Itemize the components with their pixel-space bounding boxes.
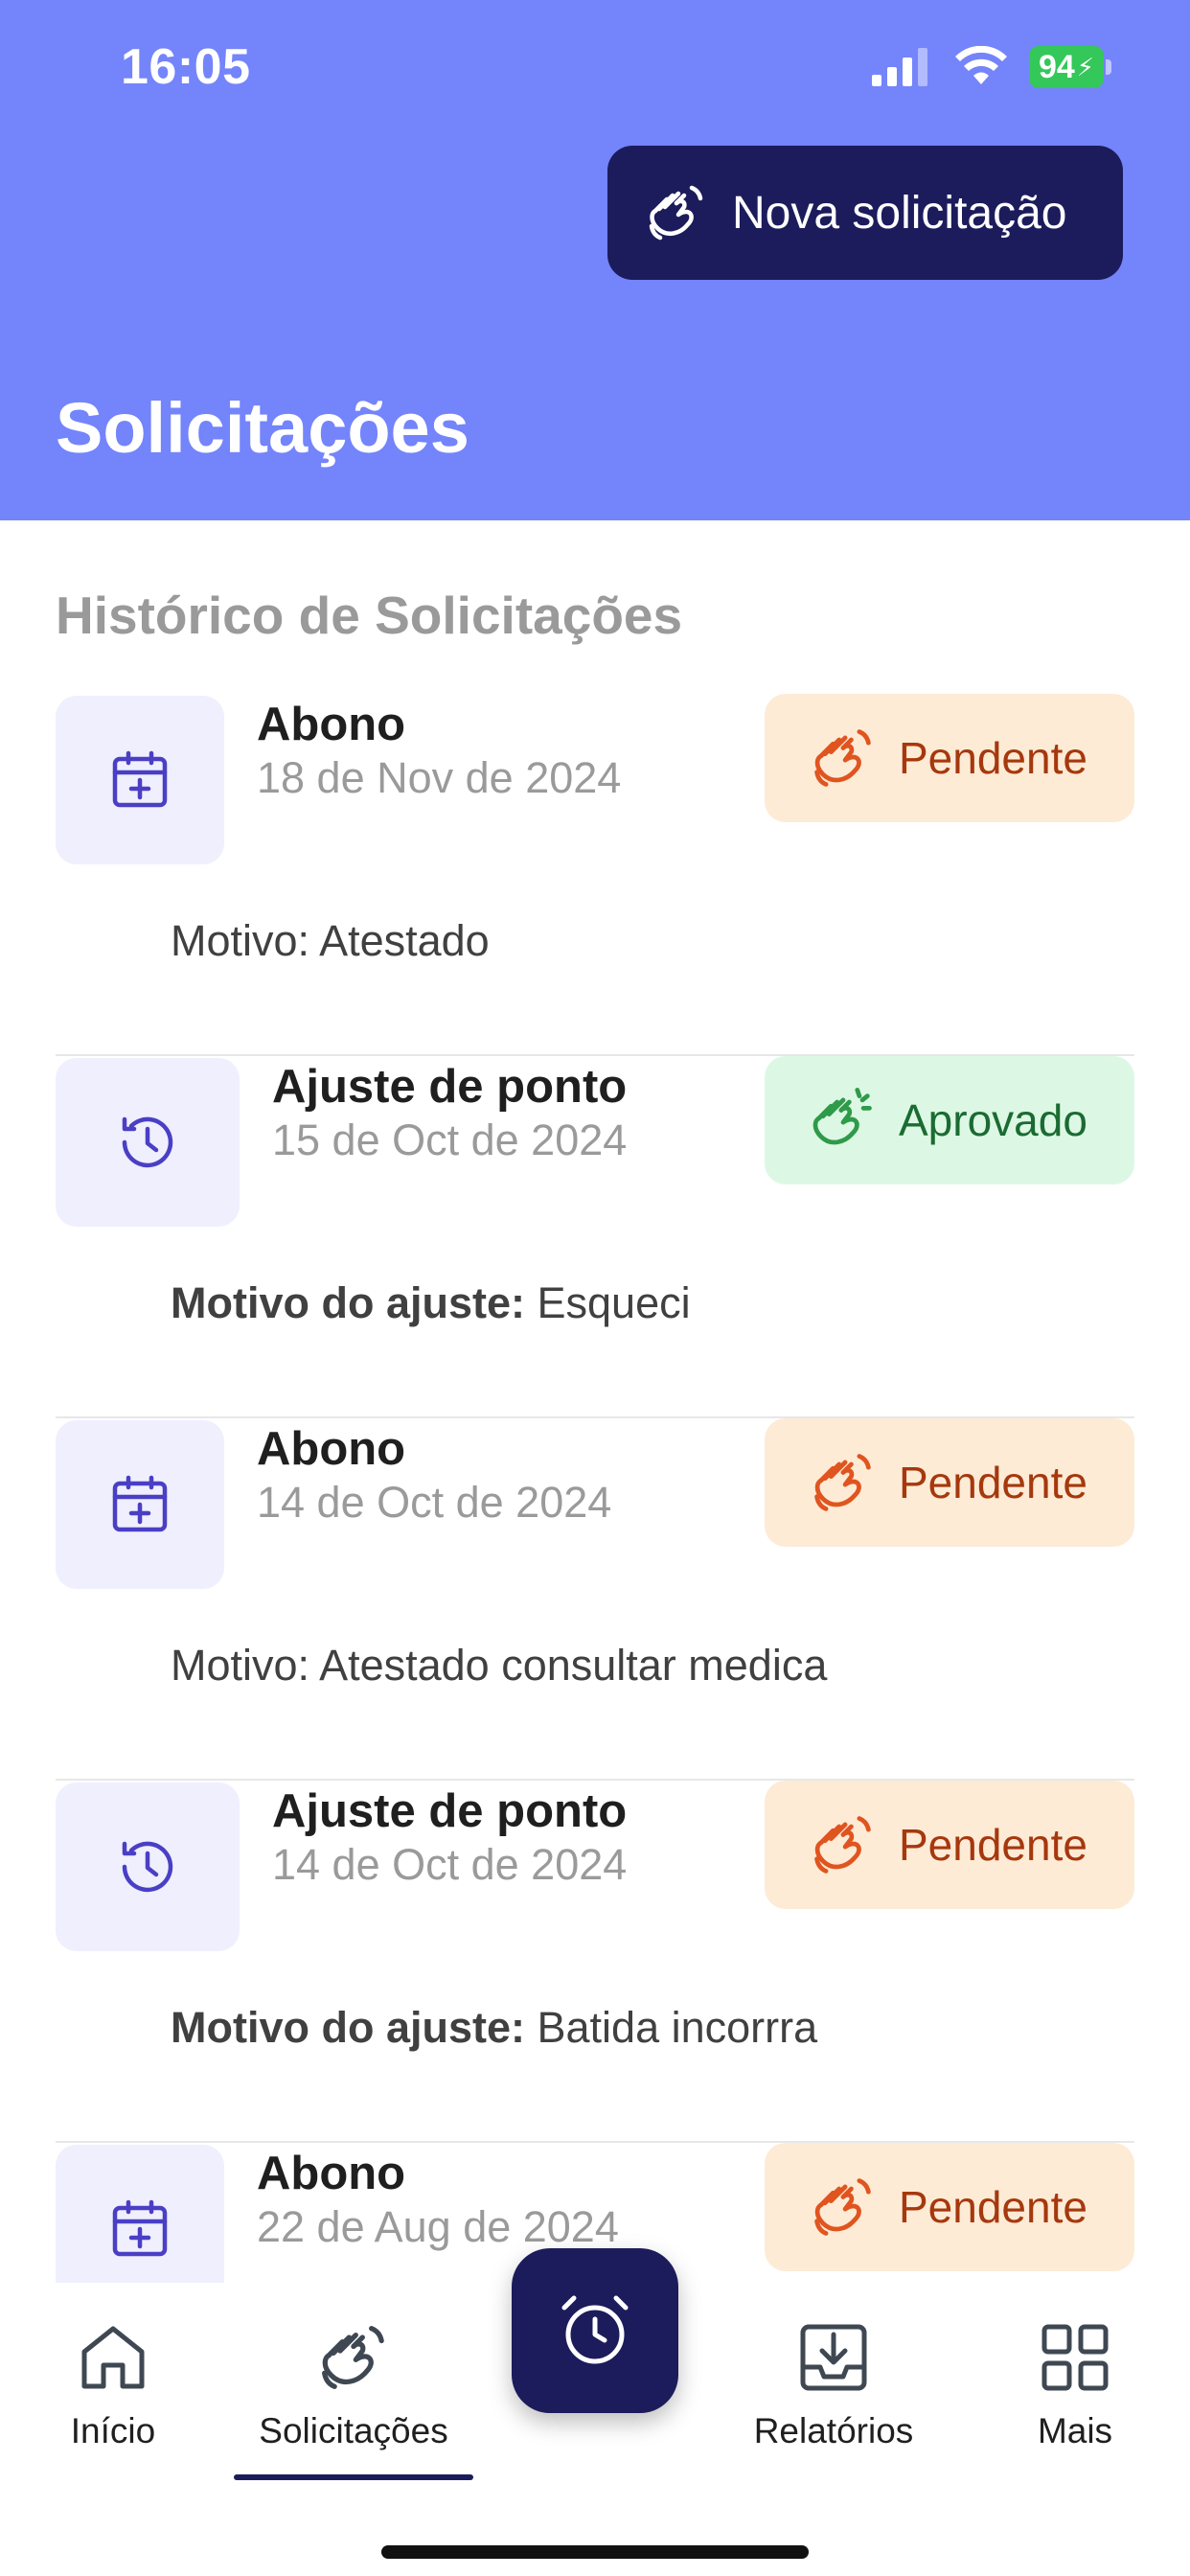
status-badge: Pendente	[765, 2143, 1134, 2271]
request-item[interactable]: Ajuste de ponto 14 de Oct de 2024 Penden…	[56, 1781, 1134, 2143]
request-item[interactable]: Abono 14 de Oct de 2024 Pendente Motivo:…	[56, 1418, 1134, 1781]
status-badge: Aprovado	[765, 1056, 1134, 1184]
request-reason: Motivo: Atestado	[171, 916, 490, 966]
calendar-plus-icon	[112, 1475, 168, 1532]
nav-mais[interactable]: Mais	[1018, 2317, 1133, 2451]
reason-value: Atestado consultar medica	[319, 1641, 828, 1690]
home-indicator	[381, 2545, 809, 2559]
request-reason: Motivo do ajuste: Esqueci	[171, 1278, 691, 1328]
nav-label: Solicitações	[259, 2411, 448, 2450]
request-reason: Motivo: Atestado consultar medica	[171, 1641, 827, 1690]
history-icon	[122, 1116, 173, 1168]
home-icon	[81, 2326, 145, 2389]
page-title: Solicitações	[56, 388, 469, 468]
active-tab-indicator	[234, 2474, 473, 2480]
request-type: Abono	[257, 2148, 406, 2199]
battery-level: 94	[1038, 48, 1075, 85]
request-type: Ajuste de ponto	[272, 1785, 628, 1837]
status-badge: Pendente	[765, 1781, 1134, 1909]
thumb	[56, 2145, 224, 2283]
calendar-plus-icon	[112, 2199, 168, 2257]
clock-in-button[interactable]	[512, 2248, 678, 2413]
waving-hand-icon	[814, 1816, 871, 1874]
calendar-plus-icon	[112, 750, 168, 808]
nav-label: Início	[70, 2411, 156, 2450]
reason-label: Motivo:	[171, 916, 320, 965]
thumb	[56, 1782, 240, 1951]
reason-label: Motivo do ajuste:	[171, 1278, 538, 1327]
section-title: Histórico de Solicitações	[56, 586, 683, 645]
nav-label: Mais	[1037, 2411, 1113, 2450]
waving-hand-icon	[322, 2326, 384, 2389]
request-list: Abono 18 de Nov de 2024 Pendente Motivo:…	[56, 694, 1134, 2283]
waving-hand-icon	[814, 1454, 871, 1511]
reason-value: Batida incorrra	[537, 2003, 818, 2052]
status-text: Aprovado	[899, 1095, 1087, 1145]
new-request-label: Nova solicitação	[732, 187, 1067, 239]
request-date: 15 de Oct de 2024	[272, 1116, 628, 1164]
waving-hand-icon	[649, 185, 703, 241]
request-item[interactable]: Abono 18 de Nov de 2024 Pendente Motivo:…	[56, 694, 1134, 1056]
request-item[interactable]: Ajuste de ponto 15 de Oct de 2024 Aprova…	[56, 1056, 1134, 1418]
reason-label: Motivo do ajuste:	[171, 2003, 538, 2052]
nav-solicitacoes[interactable]: Solicitações	[234, 2317, 473, 2451]
nav-relatorios[interactable]: Relatórios	[747, 2317, 920, 2451]
request-type: Ajuste de ponto	[272, 1061, 628, 1113]
alarm-clock-icon	[561, 2295, 629, 2364]
waving-hand-icon	[814, 2178, 871, 2236]
thumb	[56, 696, 224, 864]
thumb	[56, 1420, 224, 1589]
request-date: 14 de Oct de 2024	[257, 1478, 612, 1527]
status-text: Pendente	[899, 733, 1087, 783]
status-badge: Pendente	[765, 694, 1134, 822]
request-reason: Motivo do ajuste: Batida incorrra	[171, 2003, 817, 2053]
status-text: Pendente	[899, 1458, 1087, 1507]
status-text: Pendente	[899, 2182, 1087, 2232]
battery-icon: 94 ⚡	[1029, 46, 1111, 88]
request-date: 14 de Oct de 2024	[272, 1840, 628, 1889]
thumb	[56, 1058, 240, 1227]
status-time: 16:05	[121, 39, 251, 95]
request-date: 18 de Nov de 2024	[257, 753, 622, 802]
reason-value: Atestado	[319, 916, 490, 965]
status-text: Pendente	[899, 1820, 1087, 1870]
reason-value: Esqueci	[537, 1278, 691, 1327]
status-bar: 16:05 94 ⚡	[0, 0, 1190, 134]
status-badge: Pendente	[765, 1418, 1134, 1547]
history-icon	[122, 1841, 173, 1893]
grid-icon	[1041, 2324, 1109, 2391]
request-date: 22 de Aug de 2024	[257, 2202, 619, 2251]
request-type: Abono	[257, 699, 406, 750]
wifi-icon	[955, 46, 1007, 84]
clapping-hands-icon	[812, 1087, 872, 1145]
download-tray-icon	[800, 2324, 867, 2391]
nav-inicio[interactable]: Início	[54, 2317, 172, 2451]
new-request-button[interactable]: Nova solicitação	[607, 146, 1123, 280]
cellular-signal-icon	[872, 48, 927, 86]
reason-label: Motivo:	[171, 1641, 320, 1690]
waving-hand-icon	[814, 729, 871, 787]
nav-label: Relatórios	[753, 2411, 914, 2450]
request-type: Abono	[257, 1423, 406, 1475]
